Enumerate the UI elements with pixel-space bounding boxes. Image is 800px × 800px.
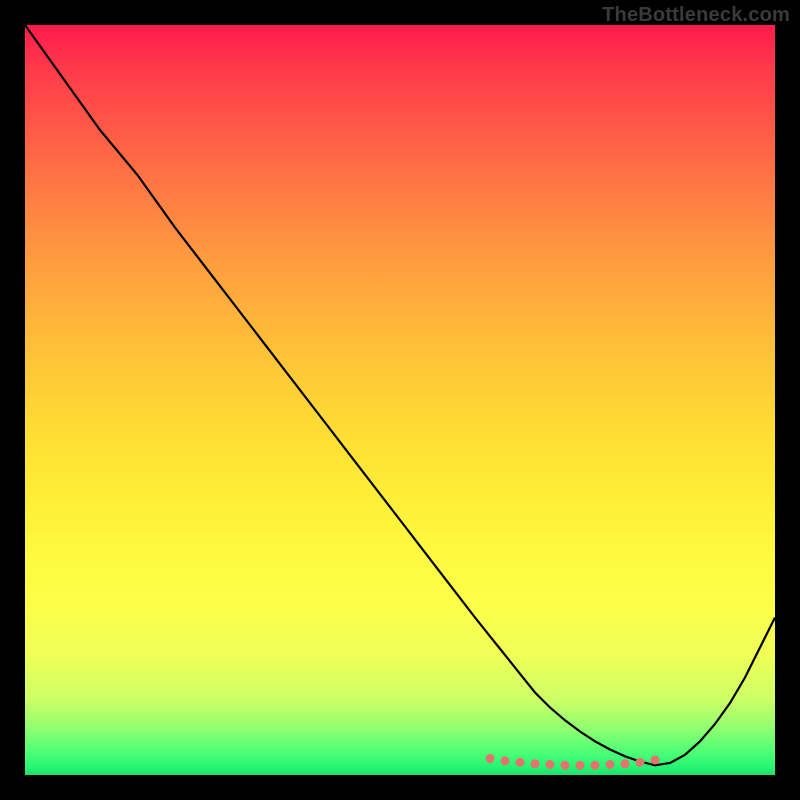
- valley-dot: [576, 761, 585, 770]
- curve-layer: [25, 25, 775, 775]
- bottleneck-curve-path: [25, 25, 775, 765]
- valley-dot: [546, 760, 555, 769]
- valley-dot: [606, 760, 615, 769]
- valley-dot: [621, 759, 630, 768]
- valley-dot: [501, 756, 510, 765]
- valley-dot: [591, 761, 600, 770]
- valley-dot: [561, 761, 570, 770]
- plot-area: [25, 25, 775, 775]
- chart-container: TheBottleneck.com: [0, 0, 800, 800]
- valley-dot: [516, 758, 525, 767]
- valley-dot: [636, 758, 645, 767]
- valley-dot: [651, 756, 660, 765]
- watermark-text: TheBottleneck.com: [602, 4, 790, 27]
- valley-dot: [531, 759, 540, 768]
- valley-dot: [486, 754, 495, 763]
- valley-dots: [486, 754, 660, 770]
